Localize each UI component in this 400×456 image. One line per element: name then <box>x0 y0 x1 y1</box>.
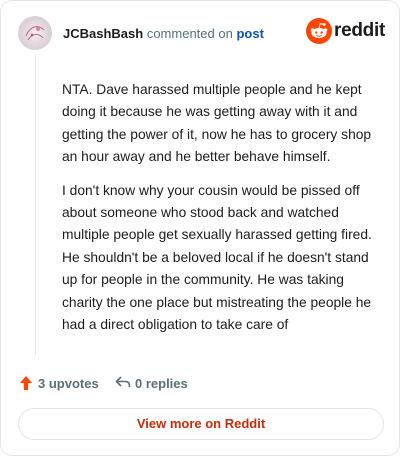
avatar[interactable] <box>18 16 52 50</box>
username[interactable]: JCBashBash <box>63 26 143 41</box>
reddit-wordmark: reddit <box>334 20 385 41</box>
upvote-arrow-icon <box>20 376 32 390</box>
reply-arrow-icon <box>115 376 131 387</box>
comment-meta: JCBashBash commented on post <box>63 26 264 41</box>
view-more-button[interactable]: View more on Reddit <box>18 408 384 440</box>
replies-count: 0 replies <box>135 376 188 391</box>
reddit-logo[interactable]: reddit <box>306 18 385 46</box>
commented-on-label: commented on <box>146 26 233 41</box>
comment-paragraph: NTA. Dave harassed multiple people and h… <box>62 82 372 165</box>
upvotes-count: 3 upvotes <box>38 376 99 391</box>
comment-paragraph: I don't know why your cousin would be pi… <box>62 182 372 333</box>
comment-header: JCBashBash commented on post reddit <box>18 16 385 52</box>
embed-card: JCBashBash commented on post reddit NTA.… <box>0 0 400 456</box>
comment-actions: 3 upvotes 0 replies <box>19 373 382 393</box>
post-link[interactable]: post <box>236 26 263 41</box>
reddit-snoo-icon <box>306 18 332 44</box>
comment-body: NTA. Dave harassed multiple people and h… <box>62 79 384 347</box>
thread-line <box>35 55 36 355</box>
